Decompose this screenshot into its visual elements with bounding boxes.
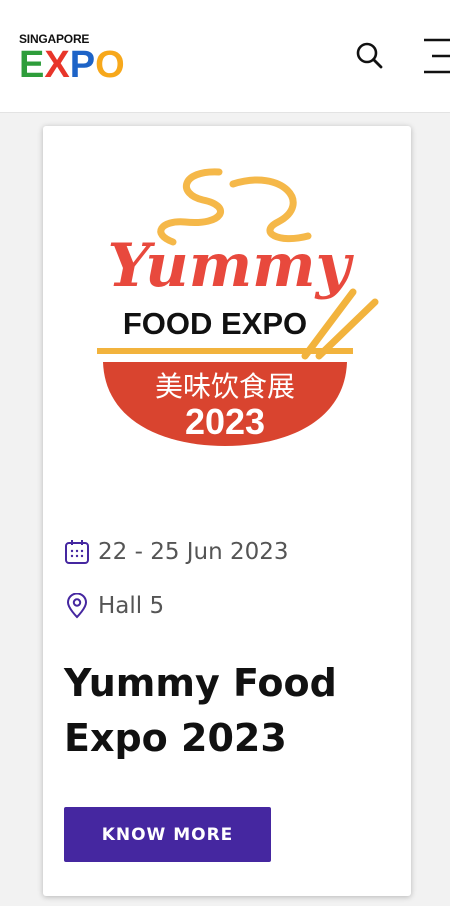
hamburger-menu-icon bbox=[424, 38, 450, 74]
event-location-row: Hall 5 bbox=[64, 591, 164, 621]
event-title[interactable]: Yummy Food Expo 2023 bbox=[64, 656, 384, 766]
steam-wave bbox=[229, 176, 312, 243]
site-header: SINGAPORE EXPO bbox=[0, 0, 450, 113]
logo-big-text: EXPO bbox=[19, 46, 125, 84]
search-icon bbox=[356, 42, 383, 69]
event-logo-year: 2023 bbox=[185, 401, 265, 442]
event-location: Hall 5 bbox=[98, 593, 165, 619]
menu-button[interactable] bbox=[418, 36, 450, 76]
event-card: Yummy FOOD EXPO 美味饮食展 2023 22 - 25 Jun 2… bbox=[43, 126, 411, 896]
calendar-icon bbox=[65, 540, 89, 564]
event-logo-food-expo: FOOD EXPO bbox=[123, 306, 307, 341]
event-date: 22 - 25 Jun 2023 bbox=[98, 539, 289, 565]
logo-letter-e: E bbox=[19, 44, 45, 86]
logo-letter-p: P bbox=[69, 44, 96, 86]
location-pin-icon bbox=[66, 593, 88, 619]
singapore-expo-logo[interactable]: SINGAPORE EXPO bbox=[19, 32, 149, 84]
logo-letter-x: X bbox=[44, 44, 70, 86]
event-date-row: 22 - 25 Jun 2023 bbox=[64, 537, 289, 567]
event-logo-chinese: 美味饮食展 bbox=[155, 370, 295, 403]
event-logo: Yummy FOOD EXPO 美味饮食展 2023 bbox=[97, 168, 379, 446]
event-logo-yummy: Yummy bbox=[107, 231, 354, 301]
search-button[interactable] bbox=[352, 38, 388, 74]
logo-letter-o: O bbox=[95, 44, 125, 86]
know-more-button[interactable]: KNOW MORE bbox=[64, 807, 271, 862]
bowl-rim bbox=[97, 348, 353, 354]
